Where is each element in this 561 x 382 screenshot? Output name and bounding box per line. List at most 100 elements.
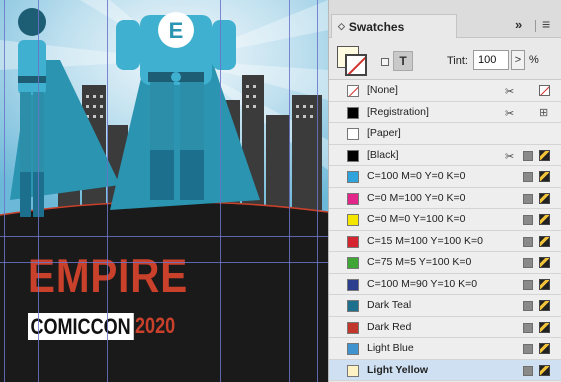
swatch-row-black[interactable]: [Black] ✂ — [329, 144, 561, 166]
guide-line[interactable] — [317, 0, 318, 382]
cmyk-icon — [539, 192, 550, 204]
swatch-row-red[interactable]: C=15 M=100 Y=100 K=0 — [329, 230, 561, 252]
swatch-list: [None] ✂ [Registration] ✂ ⊞ [Paper] [Bla… — [329, 80, 561, 381]
cmyk-icon — [539, 235, 550, 247]
process-icon — [523, 172, 533, 182]
tab-swatches-label: Swatches — [348, 19, 405, 34]
swatch-row-yellow[interactable]: C=0 M=0 Y=100 K=0 — [329, 209, 561, 231]
cmyk-icon — [539, 257, 550, 268]
swatch-chip — [347, 149, 359, 162]
swatch-name: Dark Teal — [367, 299, 412, 311]
swatch-name: C=15 M=100 Y=100 K=0 — [367, 234, 483, 247]
hero-emblem-letter: E — [169, 18, 184, 43]
swatch-row-magenta[interactable]: C=0 M=100 Y=0 K=0 — [329, 187, 561, 209]
swatch-chip — [347, 321, 359, 334]
cmyk-icon — [539, 149, 550, 161]
cmyk-icon — [539, 214, 550, 225]
panel-menu-icon[interactable]: ≡ — [542, 16, 550, 32]
swatch-name: C=100 M=90 Y=10 K=0 — [367, 277, 478, 290]
guide-line[interactable] — [4, 0, 5, 382]
registration-icon: ⊞ — [539, 106, 549, 119]
cmyk-icon — [539, 278, 550, 290]
swatch-chip — [347, 128, 359, 140]
swatch-name: Light Yellow — [367, 363, 429, 376]
panel-diamond-icon: ◇ — [338, 21, 345, 31]
swatch-row-green[interactable]: C=75 M=5 Y=100 K=0 — [329, 252, 561, 274]
cmyk-icon — [539, 300, 550, 311]
swatch-chip — [347, 257, 359, 269]
swatches-panel: ◇ Swatches » ≡ T Tint: > % [None] ✂ [Reg… — [328, 0, 561, 382]
swatch-name: [Paper] — [367, 127, 401, 139]
swatch-chip — [347, 235, 359, 248]
process-icon — [523, 322, 533, 333]
swatch-chip — [347, 300, 359, 312]
cmyk-icon — [539, 364, 550, 376]
swatch-row-none[interactable]: [None] ✂ — [329, 80, 561, 102]
tab-swatches[interactable]: ◇ Swatches — [331, 14, 457, 38]
guide-line[interactable] — [289, 0, 290, 382]
guide-line[interactable] — [220, 0, 221, 382]
scissors-icon: ✂ — [505, 150, 515, 163]
swatch-name: Light Blue — [367, 342, 414, 354]
cmyk-icon — [539, 343, 550, 354]
swatch-name: [Registration] — [367, 105, 429, 118]
swatch-row-dark-red[interactable]: Dark Red — [329, 316, 561, 338]
swatch-chip — [347, 364, 359, 377]
cmyk-icon — [539, 171, 550, 182]
collapse-panel-button[interactable]: » — [515, 17, 522, 32]
process-icon — [523, 258, 533, 268]
panel-tabbar: ◇ Swatches » ≡ — [329, 0, 561, 38]
guide-line[interactable] — [38, 0, 39, 382]
formatting-text-button[interactable]: T — [393, 51, 413, 71]
tint-slider-arrow[interactable]: > — [511, 50, 525, 70]
swatch-chip — [347, 214, 359, 226]
tint-percent-label: % — [529, 54, 539, 66]
swatch-chip — [347, 192, 359, 205]
swatch-controls: T Tint: > % — [329, 38, 561, 80]
swatch-name: [None] — [367, 84, 398, 96]
none-icon — [539, 85, 550, 96]
process-icon — [523, 215, 533, 225]
scissors-icon: ✂ — [505, 107, 515, 120]
formatting-container-icon[interactable] — [381, 58, 389, 66]
process-icon — [523, 236, 533, 247]
title-comiccon: COMICCON — [28, 312, 134, 340]
swatch-row-dark-teal[interactable]: Dark Teal — [329, 295, 561, 317]
swatch-row-paper[interactable]: [Paper] — [329, 123, 561, 145]
swatch-chip — [347, 171, 359, 183]
title-year: 2020 — [135, 313, 176, 338]
swatch-row-registration[interactable]: [Registration] ✂ ⊞ — [329, 101, 561, 123]
tint-label: Tint: — [447, 55, 468, 67]
swatch-name: [Black] — [367, 148, 399, 161]
title-empire: EMPIRE — [28, 249, 189, 302]
process-icon — [523, 301, 533, 311]
swatch-row-blue[interactable]: C=100 M=90 Y=10 K=0 — [329, 273, 561, 295]
process-icon — [523, 344, 533, 354]
swatch-row-light-blue[interactable]: Light Blue — [329, 338, 561, 360]
swatch-name: C=0 M=100 Y=0 K=0 — [367, 191, 466, 204]
process-icon — [523, 279, 533, 290]
tint-input[interactable] — [473, 50, 509, 70]
swatch-name: Dark Red — [367, 320, 412, 333]
swatch-name: C=0 M=0 Y=100 K=0 — [367, 213, 466, 225]
guide-line[interactable] — [107, 0, 108, 382]
swatch-name: C=100 M=0 Y=0 K=0 — [367, 170, 466, 182]
stroke-swatch-icon[interactable] — [345, 54, 367, 76]
process-icon — [523, 150, 533, 161]
swatch-chip — [347, 106, 359, 119]
swatch-chip — [347, 85, 359, 97]
guide-line[interactable] — [0, 262, 328, 263]
process-icon — [523, 365, 533, 376]
menu-separator — [535, 20, 536, 32]
process-icon — [523, 193, 533, 204]
document-canvas[interactable]: E EMPIRE COMICCON 2020 — [0, 0, 328, 382]
fill-stroke-widget[interactable] — [337, 46, 367, 76]
swatch-chip — [347, 343, 359, 355]
swatch-name: C=75 M=5 Y=100 K=0 — [367, 256, 472, 268]
guide-line[interactable] — [0, 236, 328, 237]
swatch-chip — [347, 278, 359, 291]
swatch-row-cyan[interactable]: C=100 M=0 Y=0 K=0 — [329, 166, 561, 188]
cmyk-icon — [539, 321, 550, 333]
swatch-row-light-yellow[interactable]: Light Yellow — [329, 359, 561, 381]
scissors-icon: ✂ — [505, 86, 515, 98]
